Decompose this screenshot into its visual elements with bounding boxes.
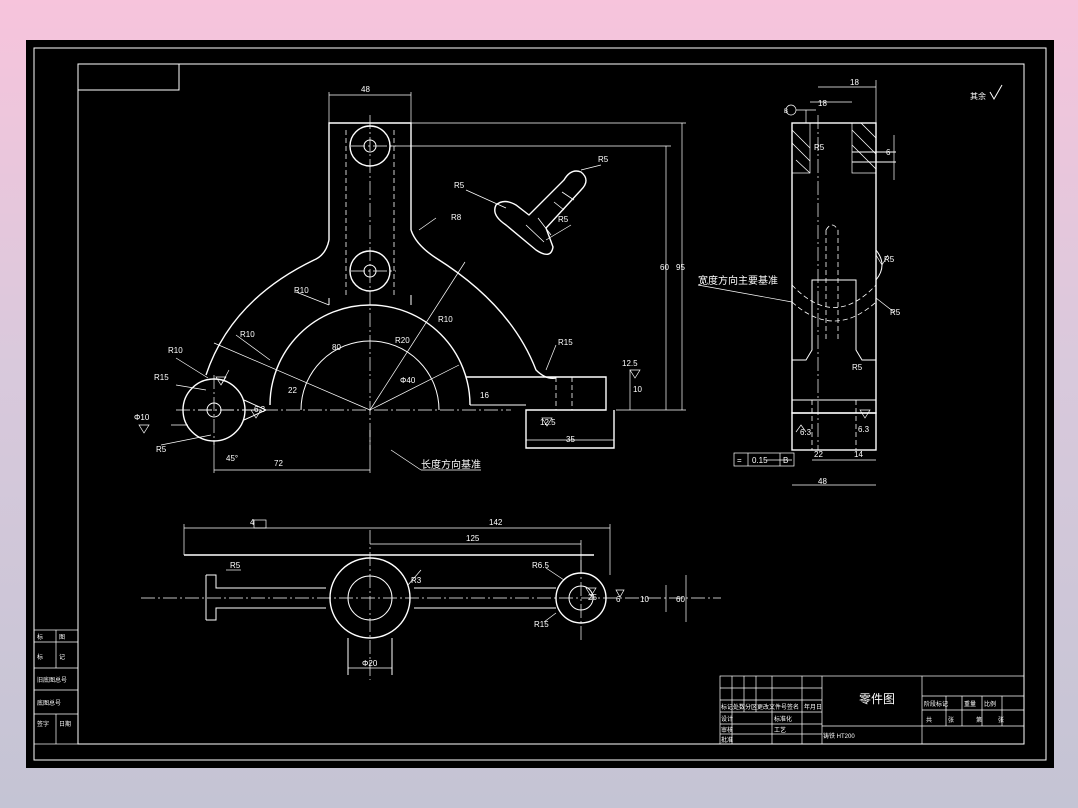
svg-text:Φ20: Φ20 [362,659,378,668]
svg-text:R10: R10 [240,330,255,339]
svg-text:日期: 日期 [59,720,71,728]
svg-text:张: 张 [948,716,954,724]
svg-text:80: 80 [332,343,341,352]
svg-text:25: 25 [588,593,597,602]
drawing-sheet: 48 R8 R10 R10 R10 R15 R5 R10 R20 Φ40 R15… [26,40,1054,768]
svg-text:10: 10 [633,385,642,394]
inner-frame [77,63,1025,745]
svg-text:0.15: 0.15 [752,456,768,465]
svg-text:12.5: 12.5 [540,418,556,427]
svg-text:R5: R5 [884,255,895,264]
svg-text:B: B [784,109,788,115]
svg-text:比例: 比例 [984,700,996,708]
svg-text:16: 16 [480,391,489,400]
svg-text:14: 14 [854,450,863,459]
svg-text:处数: 处数 [733,703,745,711]
svg-text:60: 60 [676,595,685,604]
svg-text:批准: 批准 [721,736,733,744]
svg-text:R5: R5 [156,445,167,454]
svg-text:图: 图 [59,634,65,641]
svg-text:18: 18 [818,99,827,108]
roughness-symbol [989,84,1003,101]
front-view: 48 R8 R10 R10 R10 R15 R5 R10 R20 Φ40 R15… [134,85,686,473]
svg-text:45°: 45° [226,454,238,463]
svg-text:6: 6 [886,148,891,157]
svg-text:记: 记 [59,654,65,661]
svg-text:签字: 签字 [37,720,49,728]
svg-text:旧底图总号: 旧底图总号 [37,676,67,684]
svg-text:6.3: 6.3 [800,428,812,437]
svg-text:R15: R15 [154,373,169,382]
svg-text:标: 标 [37,633,43,641]
svg-text:6.3: 6.3 [858,425,870,434]
width-datum-label: 宽度方向主要基准 [698,274,778,287]
svg-text:R10: R10 [294,286,309,295]
title-block: 零件图 铸铁 HT200 标记 处数 分区 更改文件号 签名 年月日 设计 标准… [719,675,1025,745]
svg-text:22: 22 [814,450,823,459]
svg-text:R5: R5 [598,155,609,164]
svg-text:B: B [783,456,788,465]
svg-text:R5: R5 [230,561,241,570]
svg-text:R8: R8 [451,213,462,222]
svg-text:18: 18 [850,78,859,87]
svg-text:6.3: 6.3 [254,405,266,414]
svg-text:R3: R3 [411,576,422,585]
rib-section: R5 R5 R5 [454,155,609,255]
svg-text:10: 10 [640,595,649,604]
svg-text:工艺: 工艺 [774,726,786,734]
svg-text:R10: R10 [168,346,183,355]
svg-text:标: 标 [37,653,43,661]
length-datum-label: 长度方向基准 [421,458,481,471]
svg-text:签名: 签名 [787,703,799,711]
corner-code-box [77,63,180,91]
svg-text:R20: R20 [395,336,410,345]
svg-text:重量: 重量 [964,700,976,708]
svg-text:95: 95 [676,263,685,272]
svg-text:设计: 设计 [721,715,733,723]
svg-text:R5: R5 [814,143,825,152]
svg-text:标记: 标记 [721,703,733,711]
svg-text:共: 共 [926,716,932,724]
svg-text:R5: R5 [852,363,863,372]
top-view: 4 142 125 R5 R3 R6.5 R15 25 6 10 60 Φ20 [141,518,721,680]
left-revision-table: 标 图 标 记 旧底图总号 底图总号 签字 日期 [33,629,79,745]
svg-text:第: 第 [976,716,982,724]
svg-text:R5: R5 [558,215,569,224]
svg-text:6: 6 [616,595,621,604]
svg-text:R5: R5 [890,308,901,317]
svg-text:更改文件号: 更改文件号 [757,703,787,711]
svg-text:Φ40: Φ40 [400,376,416,385]
svg-text:48: 48 [361,85,370,94]
svg-text:125: 125 [466,534,480,543]
svg-text:142: 142 [489,518,503,527]
svg-text:R6.5: R6.5 [532,561,549,570]
svg-text:阶段标记: 阶段标记 [924,700,948,708]
svg-text:审核: 审核 [721,726,733,734]
svg-text:底图总号: 底图总号 [37,699,61,707]
svg-text:35: 35 [566,435,575,444]
roughness-note: 其余 [970,91,986,101]
svg-text:R10: R10 [438,315,453,324]
material-note: 铸铁 HT200 [823,732,855,740]
svg-text:22: 22 [288,386,297,395]
svg-text:60: 60 [660,263,669,272]
svg-text:R15: R15 [558,338,573,347]
svg-text:R15: R15 [534,620,549,629]
svg-text:4: 4 [250,518,255,527]
svg-text:72: 72 [274,459,283,468]
svg-text:Φ10: Φ10 [134,413,150,422]
svg-text:R5: R5 [454,181,465,190]
svg-text:12.5: 12.5 [622,359,638,368]
svg-text:张: 张 [998,716,1004,724]
engineering-drawing: 48 R8 R10 R10 R10 R15 R5 R10 R20 Φ40 R15… [33,47,1047,761]
svg-text:=: = [737,456,742,465]
side-view: 18 18 R5 6 R5 R5 R5 48 22 14 6.3 6.3 B 宽… [697,78,1003,486]
drawing-title: 零件图 [859,692,895,706]
svg-text:分区: 分区 [745,703,757,711]
svg-text:年月日: 年月日 [804,703,822,711]
svg-text:48: 48 [818,477,827,486]
svg-text:标准化: 标准化 [774,715,792,723]
